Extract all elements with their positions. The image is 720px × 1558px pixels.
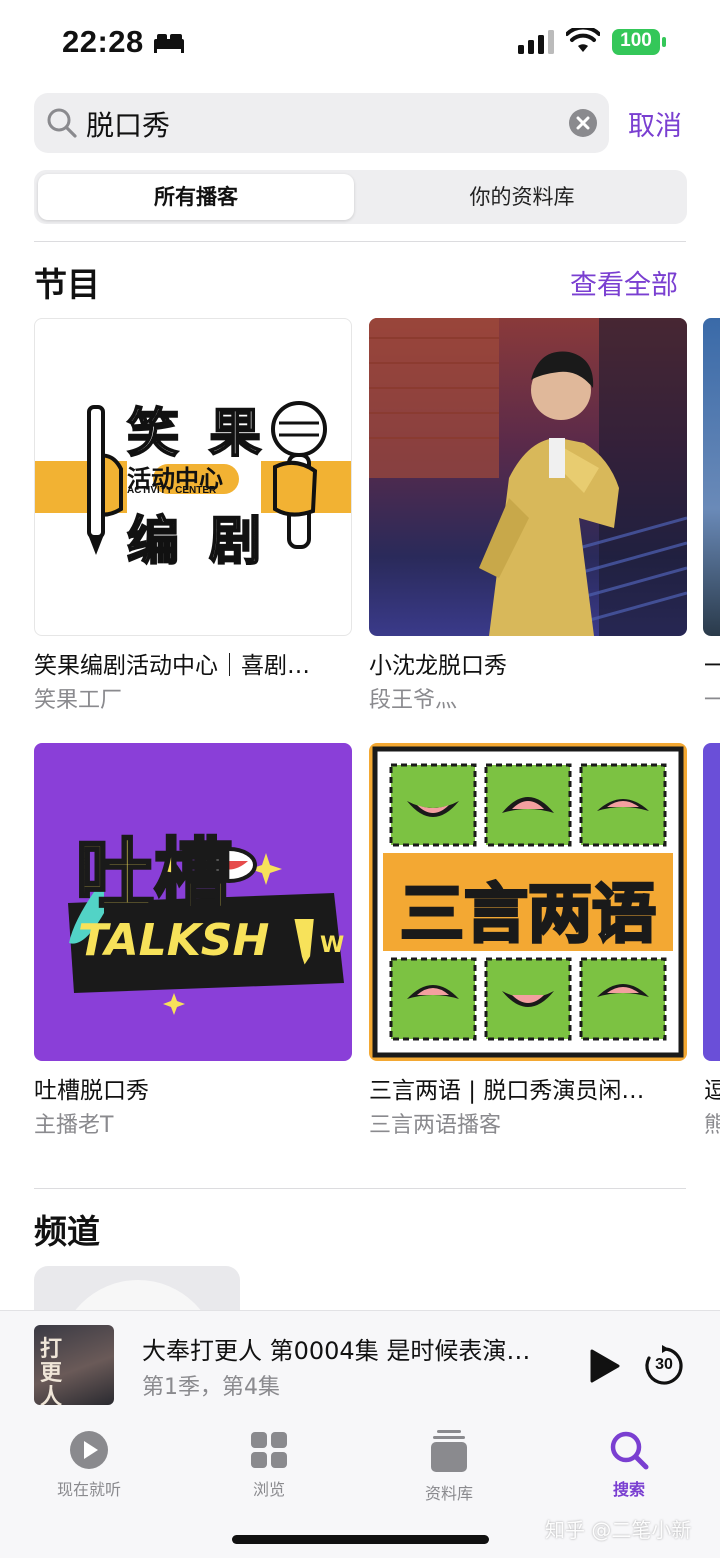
shows-section-title: 节目	[34, 265, 100, 304]
scope-all-podcasts[interactable]: 所有播客	[38, 174, 354, 220]
show-author-peek: 熊	[704, 1113, 720, 1138]
tab-listen-now[interactable]: 现在就听	[19, 1430, 159, 1500]
tab-label: 资料库	[424, 1484, 473, 1503]
wifi-icon	[566, 28, 600, 52]
play-icon[interactable]	[588, 1349, 620, 1383]
show-artwork	[369, 318, 687, 636]
tab-browse[interactable]: 浏览	[199, 1430, 339, 1500]
show-title: 笑果编剧活动中心｜喜剧…	[34, 653, 310, 679]
search-field[interactable]: 脱口秀	[34, 93, 609, 153]
tab-search[interactable]: 搜索	[559, 1430, 699, 1500]
show-card-peek[interactable]	[703, 318, 720, 636]
battery-percent: 100	[620, 30, 652, 51]
show-card-peek[interactable]	[703, 743, 720, 1061]
divider	[34, 241, 686, 242]
search-icon	[47, 108, 77, 138]
artwork-title-en: TALKSH	[78, 915, 270, 966]
cellular-signal-icon	[518, 30, 554, 54]
now-playing-artwork-text: 打更人	[40, 1336, 63, 1405]
tab-label: 搜索	[612, 1480, 645, 1499]
channels-section-title: 频道	[34, 1212, 100, 1251]
play-circle-icon	[70, 1431, 108, 1469]
show-artwork: 笑 果 活动中心 ACTIVITY CENTER 编 剧	[34, 318, 352, 636]
grid-icon	[251, 1432, 287, 1468]
skip-seconds: 30	[655, 1356, 673, 1373]
show-artwork: 三言两语	[369, 743, 687, 1061]
home-indicator[interactable]	[232, 1535, 489, 1544]
tab-label: 现在就听	[56, 1480, 121, 1499]
show-author: 主播老T	[34, 1113, 114, 1138]
tab-library[interactable]: 资料库	[379, 1430, 519, 1504]
skip-forward-button[interactable]: 30	[643, 1345, 685, 1387]
cancel-button[interactable]: 取消	[628, 104, 682, 143]
artwork-subtitle-en: ACTIVITY CENTER	[127, 485, 217, 496]
now-playing-title: 大奉打更人 第0004集 是时候表演…	[142, 1337, 531, 1365]
tab-label: 浏览	[252, 1480, 285, 1499]
artwork-title-top: 笑 果	[126, 403, 268, 465]
clear-search-icon[interactable]	[569, 109, 597, 137]
scope-your-library[interactable]: 你的资料库	[362, 174, 682, 220]
show-artwork: 吐槽 TALKSH W	[34, 743, 352, 1061]
now-playing-bar[interactable]: 打更人 大奉打更人 第0004集 是时候表演… 第1季，第4集 30	[0, 1310, 720, 1418]
show-title: 三言两语 | 脱口秀演员闲…	[369, 1078, 645, 1104]
artwork-title: 三言两语	[399, 877, 658, 954]
artwork-title-bottom: 编 剧	[126, 511, 268, 573]
now-playing-subtitle: 第1季，第4集	[142, 1375, 280, 1400]
status-bar: 22:28 100	[0, 0, 720, 84]
show-author: 段王爷灬	[369, 688, 458, 713]
status-time: 22:28	[62, 24, 144, 59]
battery-indicator: 100	[612, 29, 666, 55]
show-author: 笑果工厂	[34, 688, 123, 713]
scope-segmented-control: 所有播客 你的资料库	[34, 170, 687, 224]
search-query[interactable]: 脱口秀	[86, 104, 170, 144]
divider	[34, 1188, 686, 1189]
watermark: 知乎 @二笔小新	[545, 1518, 692, 1542]
now-playing-artwork: 打更人	[34, 1325, 114, 1405]
search-icon	[610, 1431, 649, 1470]
show-title: 吐槽脱口秀	[34, 1078, 149, 1104]
show-author: 三言两语播客	[369, 1113, 502, 1138]
artwork-title-en-end: W	[320, 933, 345, 958]
library-stack-icon	[431, 1430, 467, 1472]
show-author-peek: 一	[704, 688, 720, 713]
sleep-focus-icon	[154, 34, 184, 53]
show-title-peek: 逗	[704, 1078, 720, 1104]
artwork-title-cn: 吐槽	[74, 830, 233, 923]
show-title-peek: 一	[704, 653, 720, 679]
show-title: 小沈龙脱口秀	[369, 653, 507, 679]
see-all-button[interactable]: 查看全部	[570, 263, 678, 302]
